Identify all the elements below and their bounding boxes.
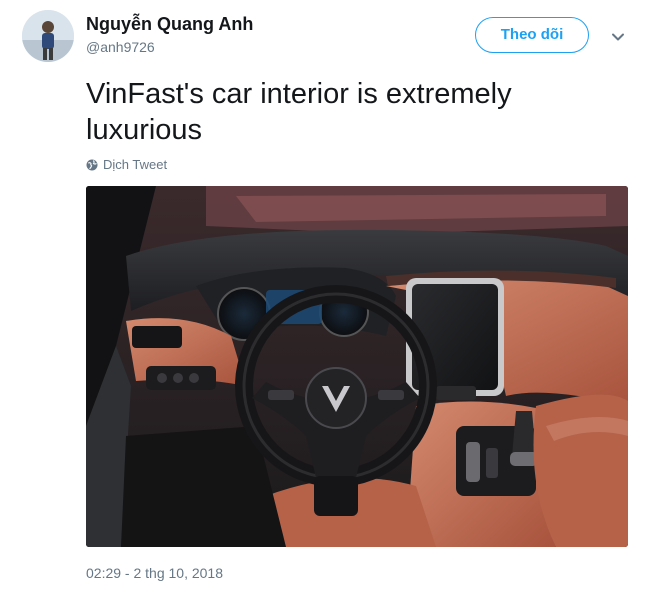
chevron-down-icon[interactable]: [609, 28, 627, 46]
avatar[interactable]: [22, 10, 74, 62]
tweet-timestamp[interactable]: 02:29 - 2 thg 10, 2018: [86, 565, 223, 581]
user-name[interactable]: Nguyễn Quang Anh: [86, 14, 253, 35]
translate-label: Dịch Tweet: [103, 157, 168, 172]
translate-tweet-link[interactable]: Dịch Tweet: [86, 157, 167, 172]
tweet-text: VinFast's car interior is extremely luxu…: [86, 78, 512, 146]
follow-button[interactable]: Theo dõi: [475, 17, 589, 53]
globe-icon: [86, 159, 98, 171]
tweet-photo[interactable]: [86, 186, 628, 547]
user-handle[interactable]: @anh9726: [86, 39, 155, 55]
tweet-card: Nguyễn Quang Anh @anh9726 Theo dõi VinFa…: [0, 0, 660, 601]
